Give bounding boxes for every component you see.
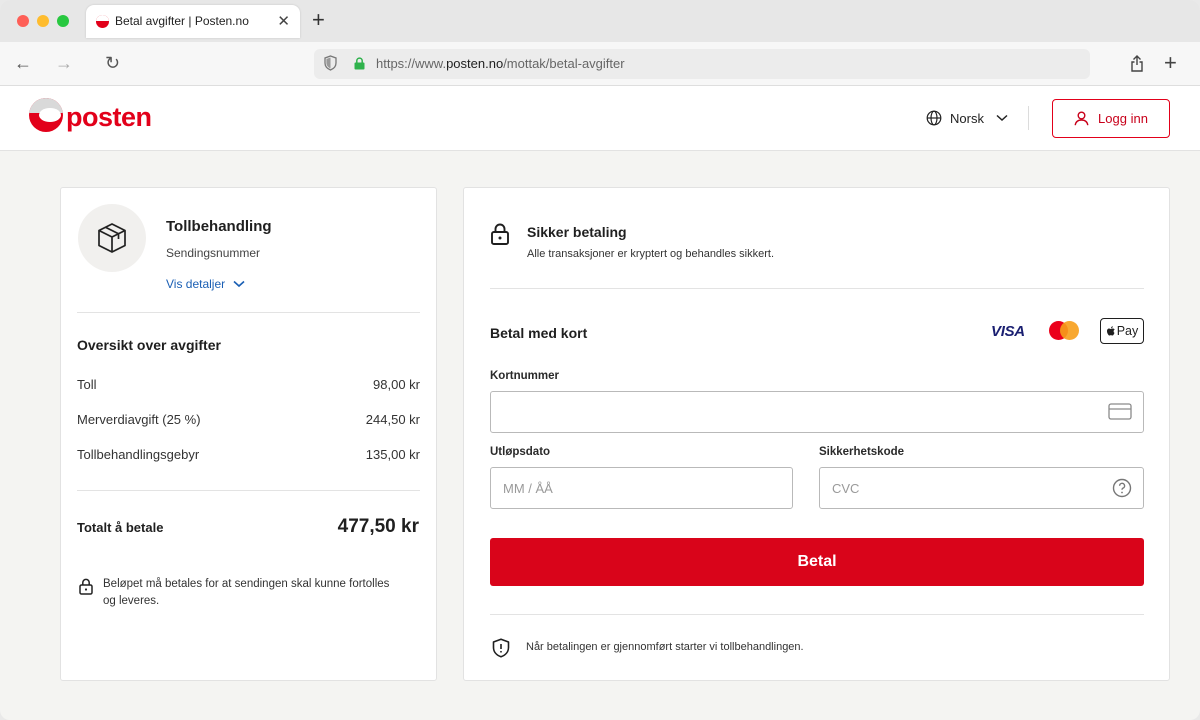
back-arrow-icon[interactable]: ← [14,52,32,74]
divider [490,288,1144,289]
add-icon[interactable]: + [1164,50,1177,76]
pay-with-card-title: Betal med kort [490,325,588,341]
expiry-input[interactable] [490,467,793,509]
tab-bar: Betal avgifter | Posten.no ✕ + [0,0,1200,42]
fee-label: Merverdiavgift (25 %) [77,412,201,427]
minimize-window-button[interactable] [37,15,49,27]
posten-logo[interactable]: posten [29,98,152,138]
header-divider [1028,106,1029,130]
globe-icon [926,110,942,126]
posten-favicon-icon [96,15,109,28]
fee-row: Merverdiavgift (25 %) 244,50 kr [77,412,420,427]
user-icon [1074,111,1089,126]
posten-logo-mark-icon [29,98,63,132]
show-details-label: Vis detaljer [166,277,226,291]
reload-icon[interactable]: ↻ [105,52,120,74]
show-details-link[interactable]: Vis detaljer [166,277,245,291]
login-button[interactable]: Logg inn [1052,99,1170,138]
expiry-label: Utløpsdato [490,446,551,458]
fee-label: Toll [77,377,97,392]
browser-tab[interactable]: Betal avgifter | Posten.no ✕ [86,5,300,38]
fee-amount: 244,50 kr [365,412,420,427]
browser-toolbar: ← → ↻ https://www.posten.no/mottak/betal… [0,42,1200,86]
lock-icon [79,578,93,595]
help-icon[interactable] [1112,478,1132,498]
tab-close-icon[interactable]: ✕ [277,12,290,30]
tab-title: Betal avgifter | Posten.no [115,14,249,28]
package-icon-circle [78,204,146,272]
fee-amount: 135,00 kr [365,447,420,462]
chevron-down-icon [233,280,245,288]
maximize-window-button[interactable] [57,15,69,27]
total-label: Totalt å betale [77,520,164,535]
divider [77,312,420,313]
fee-summary-card: Tollbehandling Sendingsnummer Vis detalj… [60,187,437,681]
total-amount: 477,50 kr [337,516,419,537]
shield-icon[interactable] [324,55,337,71]
cvc-input[interactable] [819,467,1144,509]
apple-pay-logo: Pay [1100,318,1144,344]
visa-logo: VISA [991,323,1025,340]
shield-icon [492,638,510,658]
shipment-number-label: Sendingsnummer [166,246,261,260]
chevron-down-icon [996,114,1008,122]
fee-row: Tollbehandlingsgebyr 135,00 kr [77,447,420,462]
fee-label: Tollbehandlingsgebyr [77,447,200,462]
fees-heading: Oversikt over avgifter [77,337,221,353]
package-icon [98,223,126,253]
payment-card: Sikker betaling Alle transaksjoner er kr… [463,187,1170,681]
apple-pay-label: Pay [1116,324,1139,338]
credit-card-icon [1108,403,1132,420]
language-selector[interactable]: Norsk [926,108,1008,128]
address-bar[interactable]: https://www.posten.no/mottak/betal-avgif… [314,49,1090,79]
pay-button[interactable]: Betal [490,538,1144,586]
shipment-title: Tollbehandling [166,218,272,235]
secure-payment-subtitle: Alle transaksjoner er kryptert og behand… [527,248,775,260]
lock-icon [354,57,365,70]
new-tab-button[interactable]: + [312,8,325,32]
cvc-label: Sikkerhetskode [819,446,905,458]
fee-row: Toll 98,00 kr [77,377,420,392]
fee-amount: 98,00 kr [373,377,420,392]
divider [77,490,420,491]
lock-icon [491,223,509,245]
card-number-input[interactable] [490,391,1144,433]
payment-note: Beløpet må betales for at sendingen skal… [103,578,390,607]
apple-icon [1106,326,1115,336]
site-header: posten Norsk Logg inn [0,86,1200,151]
share-icon[interactable] [1130,55,1144,72]
language-label: Norsk [950,110,984,126]
payment-footer-note: Når betalingen er gjennomført starter vi… [526,641,804,653]
browser-window: Betal avgifter | Posten.no ✕ + ← → ↻ htt… [0,0,1200,720]
forward-arrow-icon[interactable]: → [55,52,73,74]
close-window-button[interactable] [17,15,29,27]
mastercard-logo-icon [1049,321,1081,341]
secure-payment-title: Sikker betaling [527,224,627,240]
divider [490,614,1144,615]
login-label: Logg inn [1098,111,1148,126]
url-text: https://www.posten.no/mottak/betal-avgif… [376,56,625,71]
card-number-label: Kortnummer [490,370,560,382]
logo-text: posten [66,102,152,132]
